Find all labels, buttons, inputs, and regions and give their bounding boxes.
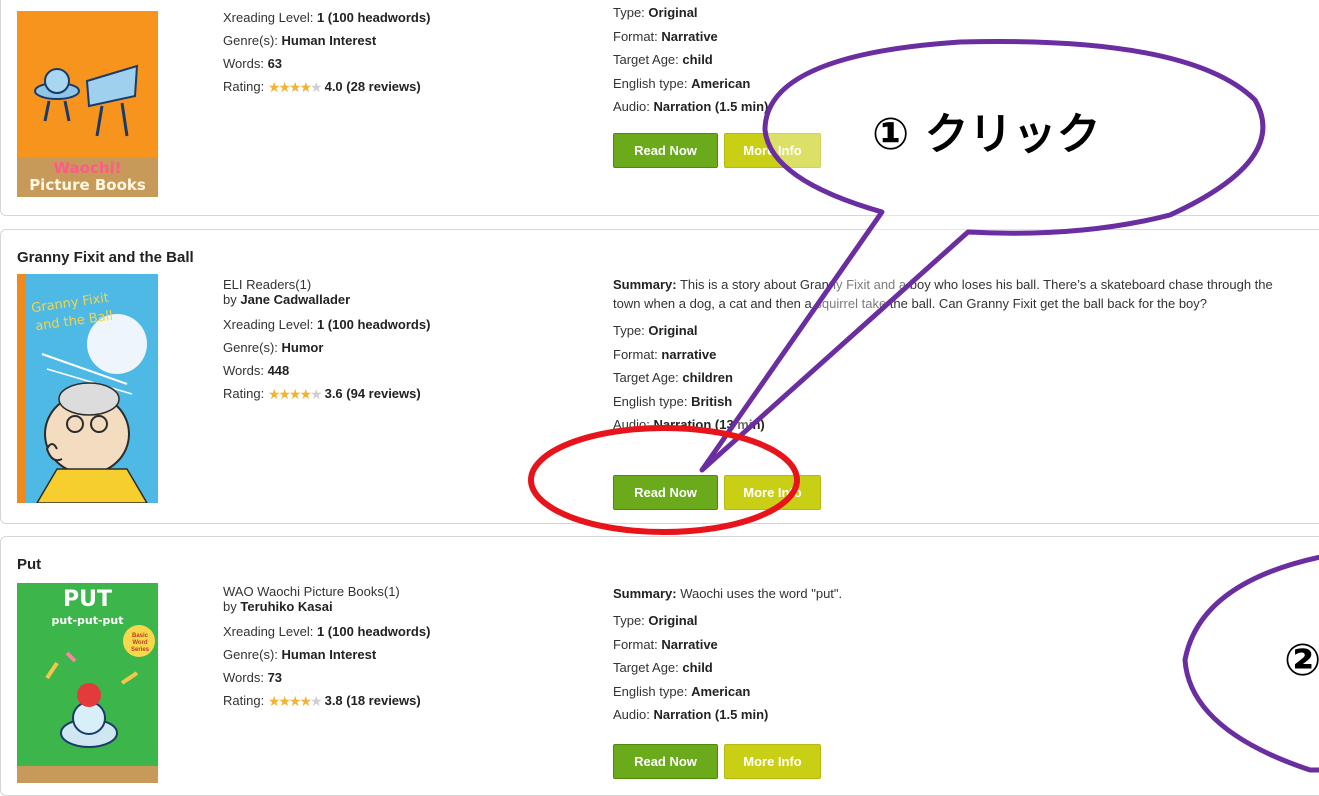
age-row: Target Age: children	[613, 370, 733, 385]
book-card: Waochi! Picture Books Xreading Level: 1 …	[0, 0, 1319, 216]
summary: Summary: This is a story about Granny Fi…	[613, 277, 1273, 311]
cover-series: Picture Books	[29, 176, 146, 194]
series-name[interactable]: WAO Waochi Picture Books(1)	[223, 584, 430, 599]
book-cover[interactable]: Waochi! Picture Books	[17, 11, 158, 197]
author-row: by Jane Cadwallader	[223, 292, 351, 307]
type-row: Type: Original	[613, 613, 698, 628]
book-cover[interactable]: Granny Fixit and the Ball	[17, 274, 158, 503]
audio-value: Narration (1.5 min)	[653, 99, 769, 114]
genre-row: Genre(s): Human Interest	[223, 33, 377, 48]
more-info-button[interactable]: More Info	[724, 744, 821, 779]
format-value: narrative	[661, 346, 717, 362]
english-value: American	[691, 683, 751, 699]
level-value: 1 (100 headwords)	[316, 10, 431, 25]
english-value: American	[691, 75, 751, 91]
type-value: Original	[648, 5, 698, 20]
book-card: Put PUT put-put-put Basic Word Series WA…	[0, 536, 1319, 796]
words-value: 73	[267, 670, 283, 685]
cover-subtitle: put-put-put	[51, 614, 124, 627]
callout-1-text: ① クリック	[872, 109, 1101, 160]
book-meta: WAO Waochi Picture Books(1) by Teruhiko …	[223, 584, 430, 712]
rating-row: Rating: ★★★★★ 3.8 (18 reviews)	[223, 689, 430, 712]
cover-brand: Waochi!	[53, 159, 122, 177]
genre-value: Human Interest	[281, 647, 377, 662]
cover-badge: Basic Word Series	[130, 633, 149, 653]
audio-value: Narration (1.5 min)	[653, 707, 769, 722]
read-now-button[interactable]: Read Now	[613, 744, 718, 779]
level-value: 1 (100 headwords)	[316, 624, 431, 639]
rating-value: 3.8 (18 reviews)	[324, 693, 421, 708]
age-value: child	[682, 660, 713, 675]
rating-row: Rating: ★★★★★ 3.6 (94 reviews)	[223, 382, 430, 405]
summary-text: Waochi uses the word "put".	[680, 586, 843, 601]
more-info-button[interactable]: More Info	[724, 475, 821, 510]
level-row: Xreading Level: 1 (100 headwords)	[223, 10, 431, 25]
series-name[interactable]: ELI Readers(1)	[223, 277, 430, 292]
rating-value: 3.6 (94 reviews)	[324, 386, 421, 401]
age-row: Target Age: child	[613, 52, 713, 67]
author-name[interactable]: Jane Cadwallader	[240, 292, 350, 307]
words-row: Words: 63	[223, 56, 283, 71]
words-value: 448	[267, 363, 290, 378]
age-value: children	[682, 370, 733, 385]
book-cover[interactable]: PUT put-put-put Basic Word Series	[17, 583, 158, 783]
book-meta: Xreading Level: 1 (100 headwords) Genre(…	[223, 6, 430, 98]
level-row: Xreading Level: 1 (100 headwords)	[223, 317, 431, 332]
summary-text: This is a story about Granny Fixit and a…	[613, 277, 1273, 311]
callout-2-text: ②	[1284, 635, 1319, 686]
english-row: English type: British	[613, 393, 733, 409]
format-row: Format: Narrative	[613, 28, 718, 44]
genre-row: Genre(s): Human Interest	[223, 647, 377, 662]
book-details: Summary: Waochi uses the word "put". Typ…	[613, 584, 1293, 727]
format-value: Narrative	[661, 28, 718, 44]
audio-row: Audio: Narration (1.5 min)	[613, 707, 769, 722]
book-meta: ELI Readers(1) by Jane Cadwallader Xread…	[223, 277, 430, 405]
format-row: Format: Narrative	[613, 636, 718, 652]
words-row: Words: 73	[223, 670, 283, 685]
book-title[interactable]: Granny Fixit and the Ball	[17, 249, 194, 266]
cover-illustration	[17, 583, 158, 783]
rating-stars: ★★★★★	[267, 79, 323, 95]
type-value: Original	[648, 323, 698, 338]
cover-title: PUT	[63, 587, 112, 612]
genre-value: Human Interest	[281, 33, 377, 48]
format-row: Format: narrative	[613, 346, 717, 362]
author-row: by Teruhiko Kasai	[223, 599, 333, 614]
book-details: Summary: This is a story about Granny Fi…	[613, 275, 1293, 437]
type-row: Type: Original	[613, 323, 698, 338]
read-now-button[interactable]: Read Now	[613, 133, 718, 168]
english-row: English type: American	[613, 683, 751, 699]
author-name[interactable]: Teruhiko Kasai	[240, 599, 332, 614]
genre-row: Genre(s): Humor	[223, 340, 324, 355]
genre-value: Humor	[281, 340, 324, 355]
rating-stars: ★★★★★	[267, 386, 323, 402]
age-value: child	[682, 52, 713, 67]
read-now-button[interactable]: Read Now	[613, 475, 718, 510]
level-value: 1 (100 headwords)	[316, 317, 431, 332]
rating-stars: ★★★★★	[267, 693, 323, 709]
audio-value: Narration (13 min)	[653, 417, 765, 432]
english-row: English type: American	[613, 75, 751, 91]
type-row: Type: Original	[613, 5, 698, 20]
more-info-button[interactable]: More Info	[724, 133, 821, 168]
rating-row: Rating: ★★★★★ 4.0 (28 reviews)	[223, 75, 430, 98]
audio-row: Audio: Narration (13 min)	[613, 417, 765, 432]
english-value: British	[691, 393, 733, 409]
words-row: Words: 448	[223, 363, 290, 378]
summary: Summary: Waochi uses the word "put".	[613, 586, 843, 601]
book-card: Granny Fixit and the Ball Granny Fixit a…	[0, 229, 1319, 524]
level-row: Xreading Level: 1 (100 headwords)	[223, 624, 431, 639]
words-value: 63	[267, 56, 283, 71]
book-title[interactable]: Put	[17, 556, 41, 573]
age-row: Target Age: child	[613, 660, 713, 675]
format-value: Narrative	[661, 636, 718, 652]
rating-value: 4.0 (28 reviews)	[324, 79, 421, 94]
type-value: Original	[648, 613, 698, 628]
